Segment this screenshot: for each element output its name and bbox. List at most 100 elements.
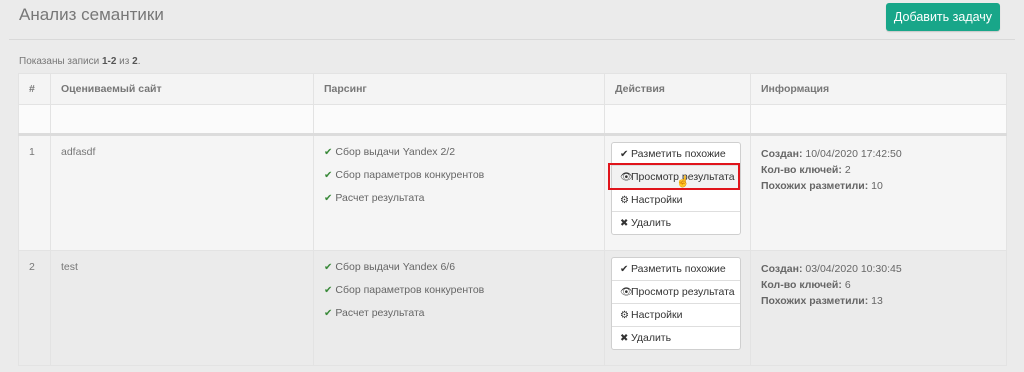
settings-label: Настройки <box>631 194 683 206</box>
row-site: adfasdf <box>50 134 314 251</box>
info-created: Создан: 10/04/2020 17:42:50 <box>761 146 1006 162</box>
parsing-step-label: Сбор выдачи Yandex 6/6 <box>335 261 456 273</box>
close-icon: ✖ <box>620 333 629 344</box>
check-icon: ✔ <box>324 193 333 204</box>
check-icon: ✔ <box>324 147 333 158</box>
delete-label: Удалить <box>631 332 672 344</box>
row-number: 1 <box>18 134 51 251</box>
settings-label: Настройки <box>631 309 683 321</box>
summary-range: 1-2 <box>101 56 117 67</box>
row-number: 2 <box>18 250 51 366</box>
info-separator: : <box>798 148 803 160</box>
page-header: Анализ семантики Добавить задачу <box>0 0 1024 40</box>
info-label: Кол-во ключей <box>761 279 839 291</box>
view-result-button[interactable]: 👁Просмотр результата ☝ <box>608 163 740 190</box>
table-row: 1 adfasdf ✔ Сбор выдачи Yandex 2/2 ✔ Сбор … <box>18 134 1007 251</box>
info-similar: Похожих разметили: 10 <box>761 178 1006 194</box>
info-separator: : <box>838 164 842 176</box>
action-button-group: ✔ Разметить похожие 👁Просмотр результата ☝… <box>608 142 741 235</box>
check-icon: ✔ <box>324 285 333 296</box>
filter-cell <box>750 104 1007 136</box>
highlight-box <box>608 163 740 190</box>
mark-similar-label: Разметить похожие <box>631 148 726 160</box>
action-button-group: ✔ Разметить похожие 👁Просмотр результата … <box>611 257 741 350</box>
parsing-step-label: Сбор параметров конкурентов <box>335 169 485 181</box>
row-actions: ✔ Разметить похожие 👁Просмотр результата ☝… <box>604 134 751 251</box>
mark-similar-label: Разметить похожие <box>631 263 726 275</box>
info-keys: Кол-во ключей: 6 <box>761 277 1006 293</box>
table-header-row: # Оцениваемый сайт Парсинг Действия Инфо… <box>18 73 1007 105</box>
filter-cell[interactable] <box>313 104 605 136</box>
records-summary: Показаны записи 1-2 из 2. <box>19 56 140 67</box>
info-value: 10/04/2020 17:42:50 <box>805 148 902 160</box>
add-task-button[interactable]: Добавить задачу <box>886 3 1000 31</box>
check-icon: ✔ <box>324 308 333 319</box>
tasks-table: # Оцениваемый сайт Парсинг Действия Инфо… <box>18 73 1007 366</box>
summary-suffix: . <box>137 56 141 67</box>
close-icon: ✖ <box>620 218 629 229</box>
info-label: Кол-во ключей <box>761 164 839 176</box>
filter-row <box>18 104 1007 136</box>
parsing-step-label: Расчет результата <box>335 192 425 204</box>
parsing-step: ✔ Сбор выдачи Yandex 6/6 <box>324 261 604 284</box>
parsing-step: ✔ Сбор выдачи Yandex 2/2 <box>324 146 604 169</box>
column-header-site[interactable]: Оцениваемый сайт <box>50 73 314 105</box>
page-title: Анализ семантики <box>19 5 164 24</box>
mark-similar-button[interactable]: ✔ Разметить похожие <box>612 258 740 281</box>
delete-button[interactable]: ✖ Удалить <box>612 327 740 349</box>
summary-prefix: Показаны записи <box>19 56 102 67</box>
info-value: 03/04/2020 10:30:45 <box>805 263 902 275</box>
header-divider <box>9 39 1015 40</box>
info-separator: : <box>864 295 869 307</box>
row-info: Создан: 10/04/2020 17:42:50 Кол-во ключе… <box>750 134 1007 251</box>
info-label: Создан <box>761 263 799 275</box>
info-similar: Похожих разметили: 13 <box>761 293 1006 309</box>
parsing-list: ✔ Сбор выдачи Yandex 6/6 ✔ Сбор параметров… <box>324 251 604 330</box>
row-parsing: ✔ Сбор выдачи Yandex 2/2 ✔ Сбор параметров… <box>313 134 605 251</box>
gear-icon: ⚙ <box>620 310 629 321</box>
eye-icon: 👁 <box>620 287 633 298</box>
info-label: Похожих разметили <box>761 180 865 192</box>
info-value: 6 <box>844 279 851 291</box>
parsing-step-label: Сбор выдачи Yandex 2/2 <box>335 146 456 158</box>
row-actions: ✔ Разметить похожие 👁Просмотр результата … <box>604 250 751 366</box>
parsing-step: ✔ Расчет результата <box>324 192 604 215</box>
row-parsing: ✔ Сбор выдачи Yandex 6/6 ✔ Сбор параметров… <box>313 250 605 366</box>
row-site: test <box>50 250 314 366</box>
summary-middle: из <box>116 56 133 67</box>
parsing-step: ✔ Расчет результата <box>324 307 604 330</box>
parsing-step-label: Расчет результата <box>335 307 425 319</box>
info-value: 13 <box>871 295 883 307</box>
filter-cell[interactable] <box>50 104 314 136</box>
page: Анализ семантики Добавить задачу Показан… <box>0 0 1024 372</box>
check-icon: ✔ <box>620 264 629 275</box>
info-separator: : <box>864 180 869 192</box>
table-row: 2 test ✔ Сбор выдачи Yandex 6/6 ✔ Сбор пар… <box>18 250 1007 366</box>
view-result-label: Просмотр результата <box>631 286 735 298</box>
row-info: Создан: 03/04/2020 10:30:45 Кол-во ключе… <box>750 250 1007 366</box>
gear-icon: ⚙ <box>620 195 629 206</box>
info-separator: : <box>798 263 803 275</box>
info-created: Создан: 03/04/2020 10:30:45 <box>761 261 1006 277</box>
parsing-step: ✔ Сбор параметров конкурентов <box>324 169 604 192</box>
info-value: 2 <box>844 164 851 176</box>
column-header-parsing[interactable]: Парсинг <box>313 73 605 105</box>
filter-cell <box>18 104 51 136</box>
info-keys: Кол-во ключей: 2 <box>761 162 1006 178</box>
info-separator: : <box>838 279 842 291</box>
delete-button[interactable]: ✖ Удалить <box>612 212 740 234</box>
info-label: Похожих разметили <box>761 295 865 307</box>
check-icon: ✔ <box>324 262 333 273</box>
column-header-actions: Действия <box>604 73 751 105</box>
parsing-step-label: Сбор параметров конкурентов <box>335 284 485 296</box>
settings-button[interactable]: ⚙ Настройки <box>612 189 740 212</box>
column-header-number[interactable]: # <box>18 73 51 105</box>
check-icon: ✔ <box>324 170 333 181</box>
info-value: 10 <box>871 180 883 192</box>
settings-button[interactable]: ⚙ Настройки <box>612 304 740 327</box>
view-result-button[interactable]: 👁Просмотр результата <box>612 281 740 304</box>
parsing-list: ✔ Сбор выдачи Yandex 2/2 ✔ Сбор параметров… <box>324 136 604 215</box>
parsing-step: ✔ Сбор параметров конкурентов <box>324 284 604 307</box>
filter-cell <box>604 104 751 136</box>
info-label: Создан <box>761 148 799 160</box>
